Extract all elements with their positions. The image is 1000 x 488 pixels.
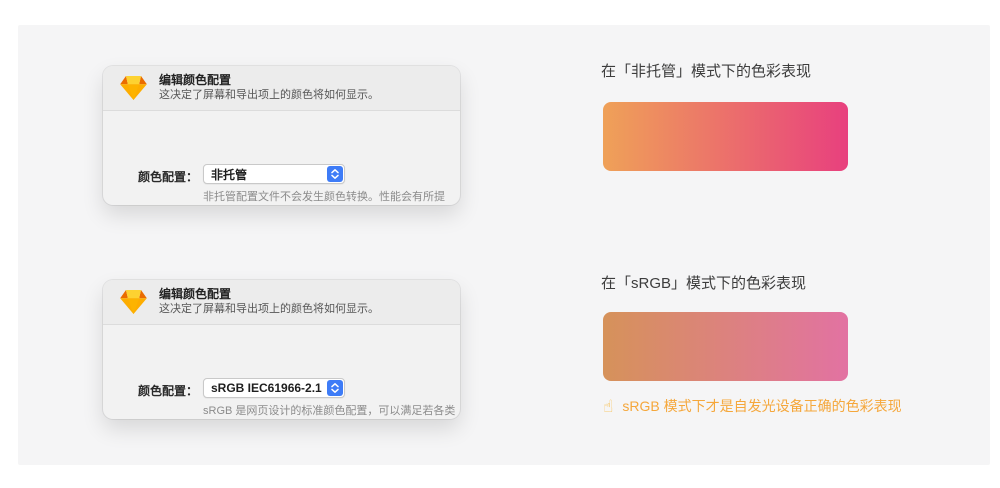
preview-heading-srgb: 在「sRGB」模式下的色彩表现	[601, 272, 806, 293]
color-profile-select[interactable]: sRGB IEC61966-2.1	[203, 378, 345, 398]
color-profile-select-value: sRGB IEC61966-2.1	[211, 381, 322, 395]
dialog-header: 编辑颜色配置 这决定了屏幕和导出项上的颜色将如何显示。	[103, 66, 460, 111]
color-profile-dialog-unmanaged: 编辑颜色配置 这决定了屏幕和导出项上的颜色将如何显示。 颜色配置： 非托管 非托…	[103, 66, 460, 205]
srgb-note-text: sRGB 模式下才是自发光设备正确的色彩表现	[622, 396, 901, 416]
color-profile-select-value: 非托管	[211, 166, 247, 183]
color-profile-label: 颜色配置：	[103, 168, 198, 185]
color-profile-select[interactable]: 非托管	[203, 164, 345, 184]
dialog-header-text: 编辑颜色配置 这决定了屏幕和导出项上的颜色将如何显示。	[159, 287, 379, 317]
chevron-up-down-icon	[327, 380, 343, 396]
gradient-swatch-unmanaged	[603, 102, 848, 171]
dialog-subtitle: 这决定了屏幕和导出项上的颜色将如何显示。	[159, 303, 379, 317]
dialog-body: 颜色配置： 非托管 非托管配置文件不会发生颜色转换。性能会有所提升，但颜色会与在…	[103, 111, 460, 205]
dialog-header-text: 编辑颜色配置 这决定了屏幕和导出项上的颜色将如何显示。	[159, 73, 379, 103]
dialog-title: 编辑颜色配置	[159, 73, 379, 88]
gradient-swatch-srgb	[603, 312, 848, 381]
profile-description: sRGB 是网页设计的标准颜色配置，可以满足若各类设备的要求，但不支持如 Dis…	[203, 404, 457, 419]
preview-heading-unmanaged: 在「非托管」模式下的色彩表现	[601, 60, 811, 81]
srgb-note: ☝ sRGB 模式下才是自发光设备正确的色彩表现	[603, 396, 902, 416]
pointing-up-hand-icon: ☝	[603, 398, 613, 415]
page: 编辑颜色配置 这决定了屏幕和导出项上的颜色将如何显示。 颜色配置： 非托管 非托…	[0, 0, 1000, 488]
chevron-up-down-icon	[327, 166, 343, 182]
color-profile-dialog-srgb: 编辑颜色配置 这决定了屏幕和导出项上的颜色将如何显示。 颜色配置： sRGB I…	[103, 280, 460, 419]
profile-description: 非托管配置文件不会发生颜色转换。性能会有所提升，但颜色会与在 Sketch 中的…	[203, 190, 457, 205]
sketch-diamond-icon	[119, 290, 148, 314]
dialog-header: 编辑颜色配置 这决定了屏幕和导出项上的颜色将如何显示。	[103, 280, 460, 325]
dialog-subtitle: 这决定了屏幕和导出项上的颜色将如何显示。	[159, 89, 379, 103]
dialog-title: 编辑颜色配置	[159, 287, 379, 302]
dialog-body: 颜色配置： sRGB IEC61966-2.1 sRGB 是网页设计的标准颜色配…	[103, 325, 460, 419]
sketch-diamond-icon	[119, 76, 148, 100]
color-profile-label: 颜色配置：	[103, 382, 198, 399]
